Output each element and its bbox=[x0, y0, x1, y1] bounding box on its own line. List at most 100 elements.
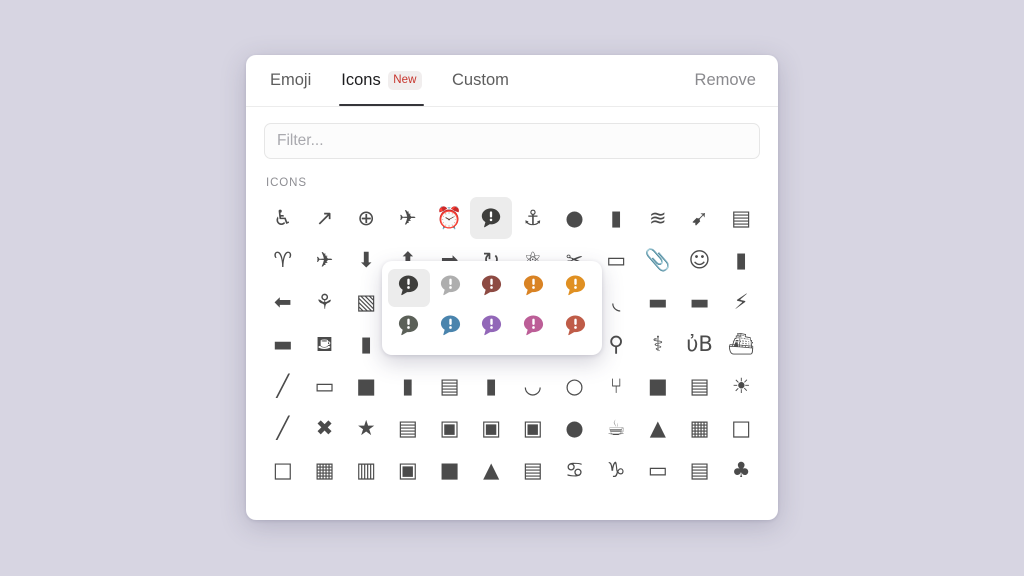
icon-cell-calculator-icon[interactable]: ▦ bbox=[679, 407, 721, 449]
icon-cell-bus-double-icon[interactable]: ▣ bbox=[512, 407, 554, 449]
color-swatch-blue[interactable] bbox=[430, 309, 472, 347]
icon-cell-battery-bolt-icon[interactable]: ⚡ bbox=[720, 281, 762, 323]
icon-cell-calendar-day-icon[interactable]: □ bbox=[262, 449, 304, 491]
icon-cell-paperclip-icon[interactable]: 📎 bbox=[637, 239, 679, 281]
icon-cell-boat-icon[interactable]: ⛴ bbox=[720, 323, 762, 365]
icon-cell-aries-zodiac-icon[interactable]: ♈ bbox=[262, 239, 304, 281]
icon-cell-bus-icon[interactable]: ▣ bbox=[429, 407, 471, 449]
car-icon: ▭ bbox=[647, 457, 668, 482]
bluetooth-icon: ὐB bbox=[686, 331, 713, 356]
icon-cell-apron-icon[interactable]: ▮ bbox=[595, 197, 637, 239]
icon-cell-book-open-icon[interactable]: ▭ bbox=[304, 365, 346, 407]
icon-cell-id-card-icon[interactable]: ▤ bbox=[679, 449, 721, 491]
filter-input[interactable] bbox=[264, 123, 760, 159]
icon-cell-brightness-sun-icon[interactable]: ☀ bbox=[720, 365, 762, 407]
tab-custom-label: Custom bbox=[452, 71, 509, 89]
icon-cell-boot-icon[interactable]: ▮ bbox=[470, 365, 512, 407]
color-swatch-charcoal[interactable] bbox=[388, 269, 430, 307]
icon-cell-bread-icon[interactable]: ■ bbox=[637, 365, 679, 407]
new-badge: New bbox=[387, 71, 423, 90]
icon-cell-apple-icon[interactable]: ● bbox=[554, 197, 596, 239]
icon-cell-badminton-icon[interactable]: ⚘ bbox=[304, 281, 346, 323]
book-open-icon: ▭ bbox=[314, 373, 335, 398]
color-swatch-purple[interactable] bbox=[471, 309, 513, 347]
icon-cell-beer-bottle-icon[interactable]: ▮ bbox=[345, 323, 387, 365]
icon-cell-tent-icon[interactable]: ▲ bbox=[470, 449, 512, 491]
color-swatch-slate-green[interactable] bbox=[388, 309, 430, 347]
icon-cell-book-icon[interactable]: ■ bbox=[345, 365, 387, 407]
filter-row bbox=[246, 107, 778, 159]
remove-button[interactable]: Remove bbox=[693, 67, 758, 94]
color-swatch-orange[interactable] bbox=[513, 269, 555, 307]
icon-cell-brain-head-icon[interactable]: ○ bbox=[554, 365, 596, 407]
color-swatch-amber[interactable] bbox=[554, 269, 596, 307]
icon-cell-airplane-icon[interactable]: ✈ bbox=[387, 197, 429, 239]
tab-custom[interactable]: Custom bbox=[450, 55, 511, 106]
icon-cell-coffee-cup-icon[interactable]: ☕ bbox=[595, 407, 637, 449]
icon-cell-calendar-icon[interactable]: □ bbox=[720, 407, 762, 449]
branch-icon: ⑂ bbox=[609, 373, 623, 398]
icon-cell-archery-bow-icon[interactable]: ➹ bbox=[679, 197, 721, 239]
icon-cell-bunk-bed-icon[interactable]: ▤ bbox=[387, 407, 429, 449]
icon-cell-bone-icon[interactable]: ╱ bbox=[262, 365, 304, 407]
icon-cell-airplane-landing-icon[interactable]: ✈ bbox=[304, 239, 346, 281]
icon-cell-calendar-month-icon[interactable]: ▦ bbox=[304, 449, 346, 491]
icon-cell-cable-circle-icon[interactable]: ● bbox=[554, 407, 596, 449]
icon-cell-accessibility-icon[interactable]: ♿ bbox=[262, 197, 304, 239]
icon-cell-battery-full-icon[interactable]: ▬ bbox=[637, 281, 679, 323]
icon-cell-boombox-icon[interactable]: ▤ bbox=[429, 365, 471, 407]
bed-icon: ▬ bbox=[272, 331, 293, 356]
icon-cell-caravan-icon[interactable]: ▤ bbox=[512, 449, 554, 491]
alert-message-icon bbox=[479, 273, 504, 303]
icon-cell-anchor-icon[interactable]: ⚓ bbox=[512, 197, 554, 239]
icon-cell-bed-icon[interactable]: ▬ bbox=[262, 323, 304, 365]
icon-cell-bluetooth-icon[interactable]: ὐB bbox=[679, 323, 721, 365]
icon-cell-backpack-icon[interactable]: ▮ bbox=[720, 239, 762, 281]
icon-cell-baby-icon[interactable]: ☺ bbox=[679, 239, 721, 281]
icon-cell-chart-trending-up-icon[interactable]: ↗ bbox=[304, 197, 346, 239]
icon-cell-cards-stack-icon[interactable]: ■ bbox=[429, 449, 471, 491]
beer-glass-icon: ⛾ bbox=[315, 331, 334, 356]
icon-cell-cake-icon[interactable]: ▲ bbox=[637, 407, 679, 449]
icon-cell-card-clubs-icon[interactable]: ♣ bbox=[720, 449, 762, 491]
icon-cell-plus-circle-icon[interactable]: ⊕ bbox=[345, 197, 387, 239]
icon-cell-bookmark-icon[interactable]: ▮ bbox=[387, 365, 429, 407]
icon-cell-close-circle-icon[interactable]: ✖ bbox=[304, 407, 346, 449]
icon-cell-beer-glass-icon[interactable]: ⛾ bbox=[304, 323, 346, 365]
battery-full-icon: ▬ bbox=[647, 289, 668, 314]
screen: Emoji Icons New Custom Remove ICONS ♿ ↗ ⊕ ✈… bbox=[0, 0, 1024, 576]
icon-cell-waves-icon[interactable]: ≋ bbox=[637, 197, 679, 239]
tab-icons[interactable]: Icons New bbox=[339, 55, 424, 106]
card-clubs-icon: ♣ bbox=[731, 457, 751, 482]
icon-cell-capricorn-zodiac-icon[interactable]: ♑ bbox=[595, 449, 637, 491]
icon-cell-blood-pressure-icon[interactable]: ⚕ bbox=[637, 323, 679, 365]
color-swatch-rust[interactable] bbox=[554, 309, 596, 347]
alert-message-icon bbox=[479, 206, 503, 230]
bus-front-icon: ▣ bbox=[481, 415, 502, 440]
icon-cell-cancer-zodiac-icon[interactable]: ♋ bbox=[554, 449, 596, 491]
icon-cell-bug-icon[interactable]: ★ bbox=[345, 407, 387, 449]
icon-cell-battery-charging-icon[interactable]: ▬ bbox=[679, 281, 721, 323]
archery-bow-icon: ➹ bbox=[690, 205, 709, 230]
icon-cell-alert-message-icon[interactable] bbox=[470, 197, 512, 239]
color-swatch-maroon[interactable] bbox=[471, 269, 513, 307]
icon-cell-camera-icon[interactable]: ▣ bbox=[387, 449, 429, 491]
icon-cell-broom-icon[interactable]: ╱ bbox=[262, 407, 304, 449]
icon-cell-car-icon[interactable]: ▭ bbox=[637, 449, 679, 491]
icon-cell-archive-box-icon[interactable]: ▤ bbox=[720, 197, 762, 239]
icon-cell-briefcase-icon[interactable]: ▤ bbox=[679, 365, 721, 407]
icon-cell-baggage-icon[interactable]: ▧ bbox=[345, 281, 387, 323]
tab-emoji[interactable]: Emoji bbox=[268, 55, 313, 106]
icon-cell-bus-front-icon[interactable]: ▣ bbox=[470, 407, 512, 449]
icon-cell-branch-icon[interactable]: ⑂ bbox=[595, 365, 637, 407]
icon-cell-alarm-clock-icon[interactable]: ⏰ bbox=[429, 197, 471, 239]
icon-cell-arrow-left-icon[interactable]: ⬅ bbox=[262, 281, 304, 323]
alert-message-icon bbox=[521, 273, 546, 303]
arrow-down-circle-icon: ⬇ bbox=[357, 247, 375, 272]
color-swatch-magenta[interactable] bbox=[513, 309, 555, 347]
icon-cell-calendar-week-icon[interactable]: ▥ bbox=[345, 449, 387, 491]
bug-icon: ★ bbox=[356, 415, 376, 440]
icon-cell-arrow-down-circle-icon[interactable]: ⬇ bbox=[345, 239, 387, 281]
color-swatch-gray[interactable] bbox=[430, 269, 472, 307]
icon-cell-bowl-icon[interactable]: ◡ bbox=[512, 365, 554, 407]
